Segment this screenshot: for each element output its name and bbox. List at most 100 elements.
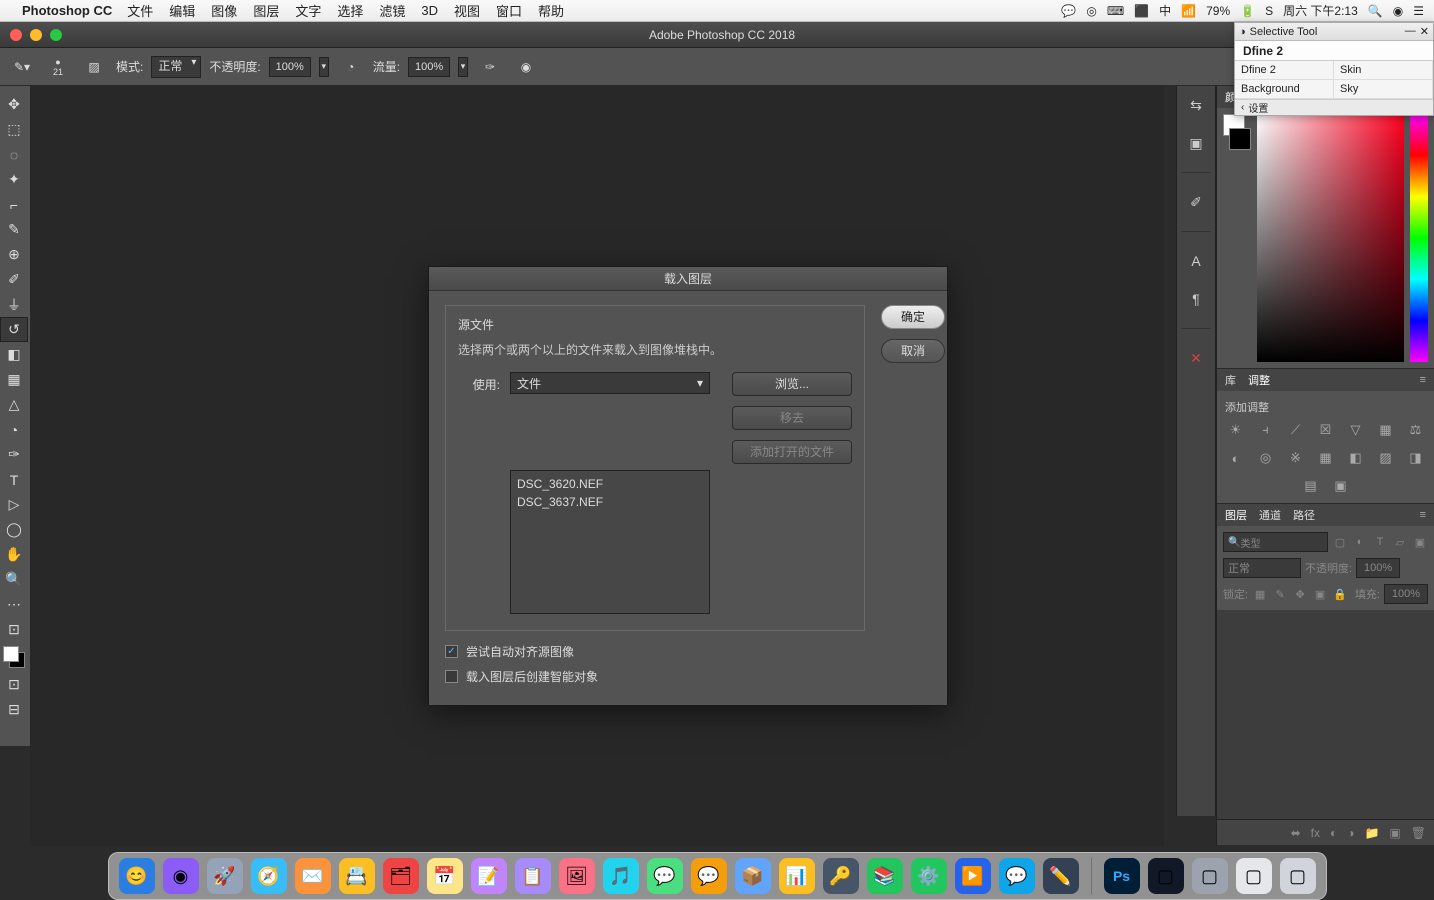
- keyboard-icon[interactable]: ⌨: [1107, 4, 1124, 18]
- opacity-value[interactable]: 100%: [269, 57, 311, 77]
- dock-app-13[interactable]: 💬: [691, 858, 727, 894]
- dock-app-7[interactable]: 📅: [427, 858, 463, 894]
- menu-filter[interactable]: 滤镜: [379, 1, 405, 20]
- dock-app-8[interactable]: 📝: [471, 858, 507, 894]
- crop-tool[interactable]: ⌐: [0, 192, 28, 217]
- dock-app-18[interactable]: ⚙️: [911, 858, 947, 894]
- ok-button[interactable]: 确定: [881, 305, 945, 329]
- channels-tab[interactable]: 通道: [1259, 507, 1281, 523]
- layers-panel-menu[interactable]: ≡: [1420, 509, 1426, 521]
- dock-app-25[interactable]: ▢: [1236, 858, 1272, 894]
- lock-artboard-icon[interactable]: ▣: [1312, 586, 1328, 602]
- balance-icon[interactable]: ⚖: [1406, 421, 1426, 439]
- mode-select[interactable]: 正常: [151, 56, 201, 78]
- min-icon[interactable]: —: [1405, 25, 1416, 38]
- menu-window[interactable]: 窗口: [496, 1, 522, 20]
- menu-3d[interactable]: 3D: [421, 3, 438, 18]
- invert-icon[interactable]: ◧: [1346, 449, 1366, 467]
- siri-icon[interactable]: ◉: [1393, 4, 1403, 18]
- flow-value[interactable]: 100%: [408, 57, 450, 77]
- fill-value[interactable]: 100%: [1384, 584, 1428, 604]
- adjustments-tab[interactable]: 调整: [1248, 372, 1270, 388]
- photo-filter-icon[interactable]: ◎: [1256, 449, 1276, 467]
- chevron-left-icon[interactable]: ‹: [1241, 102, 1244, 113]
- adjustment-layer-icon[interactable]: ◑: [1347, 826, 1354, 840]
- delete-layer-icon[interactable]: 🗑: [1411, 826, 1426, 840]
- posterize-icon[interactable]: ▨: [1376, 449, 1396, 467]
- hand-tool[interactable]: ✋: [0, 542, 28, 567]
- sv-picker[interactable]: [1257, 114, 1404, 362]
- stamp-tool[interactable]: ⏚: [0, 292, 28, 317]
- lock-move-icon[interactable]: ✥: [1292, 586, 1308, 602]
- dock-app-0[interactable]: 😊: [119, 858, 155, 894]
- dock-app-11[interactable]: 🎵: [603, 858, 639, 894]
- menu-view[interactable]: 视图: [454, 1, 480, 20]
- file-listbox[interactable]: DSC_3620.NEF DSC_3637.NEF: [510, 470, 710, 614]
- menu-file[interactable]: 文件: [127, 1, 153, 20]
- threshold-icon[interactable]: ◨: [1406, 449, 1426, 467]
- sel-cell[interactable]: Dfine 2: [1235, 61, 1334, 80]
- remove-button[interactable]: 移去: [732, 406, 852, 430]
- dock-app-3[interactable]: 🧭: [251, 858, 287, 894]
- filter-adjust-icon[interactable]: ◐: [1352, 534, 1368, 550]
- dock-app-6[interactable]: 🗂: [383, 858, 419, 894]
- app-name[interactable]: Photoshop CC: [22, 3, 112, 18]
- zoom-tool[interactable]: 🔍: [0, 567, 28, 592]
- layer-mask-icon[interactable]: ◐: [1330, 826, 1337, 840]
- lock-pixels-icon[interactable]: ▦: [1252, 586, 1268, 602]
- dock-app-2[interactable]: 🚀: [207, 858, 243, 894]
- layer-opacity-value[interactable]: 100%: [1356, 558, 1400, 578]
- menu-layer[interactable]: 图层: [253, 1, 279, 20]
- hue-sat-icon[interactable]: ▦: [1376, 421, 1396, 439]
- auto-align-checkbox[interactable]: ✓: [445, 645, 458, 658]
- quick-select-tool[interactable]: ✦: [0, 167, 28, 192]
- paths-tab[interactable]: 路径: [1293, 507, 1315, 523]
- brush-panel-icon[interactable]: ▨: [80, 53, 108, 81]
- shape-tool[interactable]: ◯: [0, 517, 28, 542]
- pen-tool[interactable]: ✑: [0, 442, 28, 467]
- dock-app-4[interactable]: ✉️: [295, 858, 331, 894]
- lookup-icon[interactable]: ▦: [1316, 449, 1336, 467]
- opacity-dropdown[interactable]: ▾: [319, 57, 329, 77]
- dock-app-23[interactable]: ▢: [1148, 858, 1184, 894]
- clock[interactable]: 周六 下午2:13: [1283, 2, 1358, 19]
- blend-mode-select[interactable]: 正常: [1223, 558, 1301, 578]
- pressure-opacity-icon[interactable]: ◔: [337, 53, 365, 81]
- quickmask-tool[interactable]: ⊡: [0, 617, 28, 642]
- dock-app-14[interactable]: 📦: [735, 858, 771, 894]
- settings-label[interactable]: 设置: [1248, 100, 1268, 115]
- airbrush-icon[interactable]: ✑: [476, 53, 504, 81]
- cancel-button[interactable]: 取消: [881, 339, 945, 363]
- dock-app-15[interactable]: 📊: [779, 858, 815, 894]
- use-select[interactable]: 文件▾: [510, 372, 710, 394]
- cc-icon[interactable]: ◎: [1086, 4, 1096, 18]
- dock-app-12[interactable]: 💬: [647, 858, 683, 894]
- brush-preview[interactable]: ●21: [44, 53, 72, 81]
- dodge-tool[interactable]: ◔: [0, 417, 28, 442]
- lasso-tool[interactable]: ◌: [0, 142, 28, 167]
- close-icon[interactable]: ✕: [1420, 25, 1429, 38]
- healing-tool[interactable]: ⊕: [0, 242, 28, 267]
- dock-app-19[interactable]: ▶️: [955, 858, 991, 894]
- brightness-icon[interactable]: ☀: [1226, 421, 1246, 439]
- dock-app-5[interactable]: 📇: [339, 858, 375, 894]
- brush-tool[interactable]: ✐: [0, 267, 28, 292]
- adjustments-panel-menu[interactable]: ≡: [1420, 374, 1426, 386]
- dock-app-26[interactable]: ▢: [1280, 858, 1316, 894]
- paragraph-panel-icon[interactable]: ¶: [1181, 286, 1211, 312]
- layer-filter[interactable]: 🔍 类型: [1223, 532, 1328, 552]
- input-icon[interactable]: 中: [1159, 2, 1171, 19]
- flow-dropdown[interactable]: ▾: [458, 57, 468, 77]
- filter-image-icon[interactable]: ▢: [1332, 534, 1348, 550]
- menu-image[interactable]: 图像: [211, 1, 237, 20]
- gradient-map-icon[interactable]: ▤: [1301, 477, 1321, 495]
- dock-app-10[interactable]: 🖼: [559, 858, 595, 894]
- bg-swatch[interactable]: [1229, 128, 1251, 150]
- pressure-size-icon[interactable]: ◉: [512, 53, 540, 81]
- menu-type[interactable]: 文字: [295, 1, 321, 20]
- layer-fx-icon[interactable]: fx: [1311, 826, 1320, 840]
- color-swatches[interactable]: [3, 646, 25, 668]
- lock-brush-icon[interactable]: ✎: [1272, 586, 1288, 602]
- eyedropper-tool[interactable]: ✎: [0, 217, 28, 242]
- add-open-button[interactable]: 添加打开的文件: [732, 440, 852, 464]
